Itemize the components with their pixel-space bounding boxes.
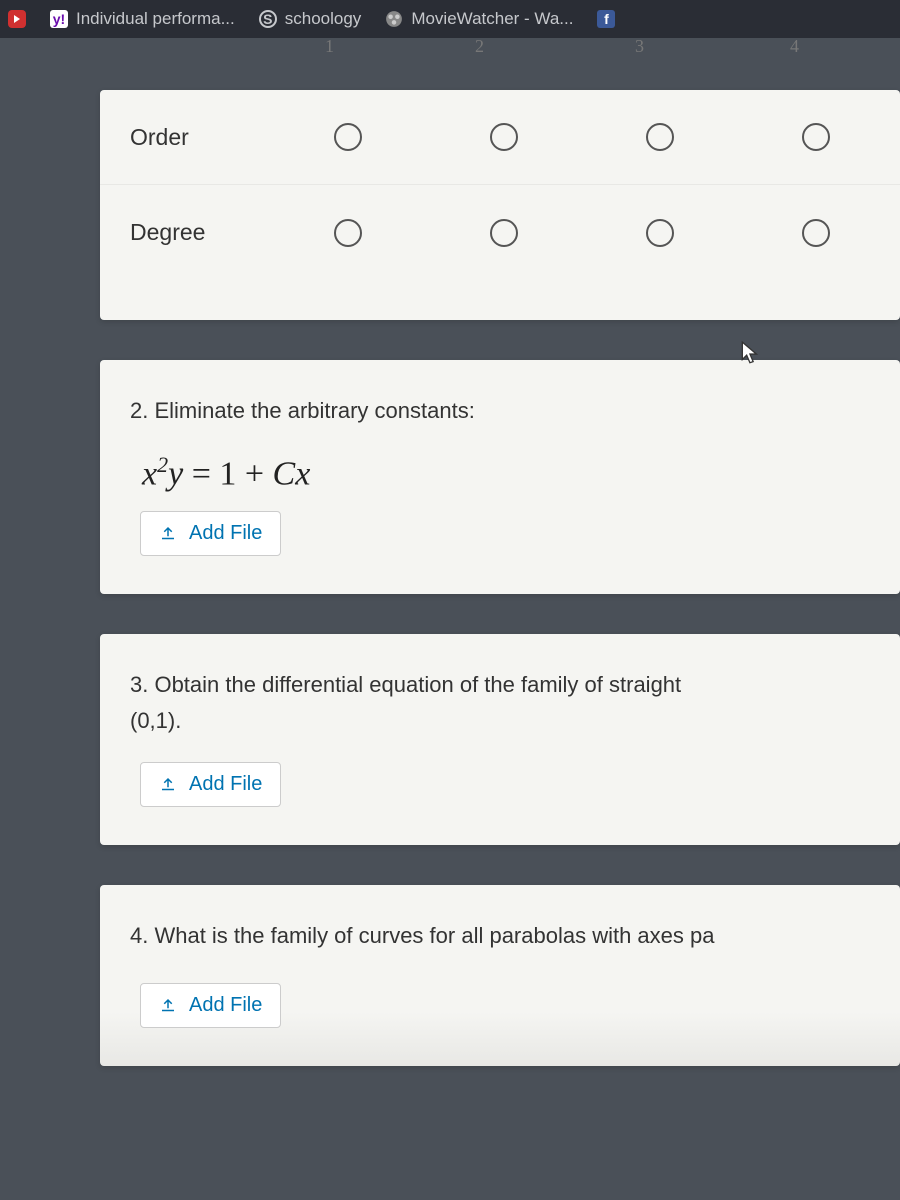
- radio-grid-panel: Order Degree: [100, 90, 900, 320]
- add-file-button-q3[interactable]: Add File: [140, 762, 281, 807]
- tab-yahoo[interactable]: y! Individual performa...: [40, 5, 245, 33]
- radio-order-2[interactable]: [490, 123, 518, 151]
- col-header-3: 3: [635, 36, 644, 57]
- tab-facebook[interactable]: f: [587, 6, 625, 32]
- question-2-title: 2. Eliminate the arbitrary constants:: [130, 398, 870, 424]
- question-4-panel: 4. What is the family of curves for all …: [100, 885, 900, 1066]
- tab-schoology[interactable]: S schoology: [249, 5, 372, 33]
- upload-icon: [159, 525, 177, 543]
- page-content: 1 2 3 4 Order Degree 2. Eliminate the ar…: [0, 38, 900, 1200]
- tab-label: MovieWatcher - Wa...: [411, 9, 573, 29]
- row-label-degree: Degree: [130, 219, 276, 246]
- question-2-equation: x2y = 1 + Cx: [130, 452, 870, 493]
- add-file-label: Add File: [189, 522, 262, 545]
- radio-degree-2[interactable]: [490, 219, 518, 247]
- question-3-title: 3. Obtain the differential equation of t…: [130, 672, 870, 698]
- radio-degree-1[interactable]: [334, 219, 362, 247]
- upload-icon: [159, 997, 177, 1015]
- browser-tab-bar: y! Individual performa... S schoology Mo…: [0, 0, 900, 38]
- facebook-icon: f: [597, 10, 615, 28]
- tab-moviewatcher[interactable]: MovieWatcher - Wa...: [375, 5, 583, 33]
- col-header-1: 1: [325, 36, 334, 57]
- yahoo-icon: y!: [50, 10, 68, 28]
- schoology-icon: S: [259, 10, 277, 28]
- movie-icon: [385, 10, 403, 28]
- add-file-label: Add File: [189, 773, 262, 796]
- radio-degree-4[interactable]: [802, 219, 830, 247]
- play-icon: [8, 10, 26, 28]
- upload-icon: [159, 776, 177, 794]
- tab-label: schoology: [285, 9, 362, 29]
- question-2-panel: 2. Eliminate the arbitrary constants: x2…: [100, 360, 900, 594]
- add-file-button-q2[interactable]: Add File: [140, 511, 281, 556]
- tab-label: Individual performa...: [76, 9, 235, 29]
- col-header-2: 2: [475, 36, 484, 57]
- radio-order-3[interactable]: [646, 123, 674, 151]
- add-file-button-q4[interactable]: Add File: [140, 983, 281, 1028]
- radio-order-1[interactable]: [334, 123, 362, 151]
- question-3-point: (0,1).: [130, 708, 870, 734]
- radio-order-4[interactable]: [802, 123, 830, 151]
- radio-degree-3[interactable]: [646, 219, 674, 247]
- question-3-panel: 3. Obtain the differential equation of t…: [100, 634, 900, 845]
- row-label-order: Order: [130, 124, 276, 151]
- grid-row-degree: Degree: [100, 185, 900, 280]
- grid-row-order: Order: [100, 90, 900, 185]
- add-file-label: Add File: [189, 994, 262, 1017]
- question-4-title: 4. What is the family of curves for all …: [130, 923, 870, 949]
- col-header-4: 4: [790, 36, 799, 57]
